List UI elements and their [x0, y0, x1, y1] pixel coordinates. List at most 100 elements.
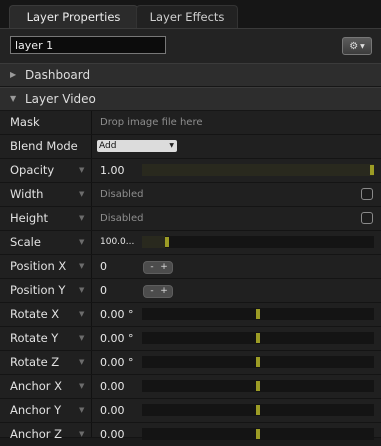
collapse-arrow-icon: ▼ [10, 94, 17, 103]
chevron-down-icon[interactable]: ▼ [79, 183, 84, 206]
anchor-z-slider[interactable] [142, 428, 374, 440]
blend-mode-value: Add [99, 141, 117, 151]
row-anchor-x: Anchor X ▼ 0.00 [0, 375, 381, 399]
gear-icon: ⚙ [349, 40, 359, 52]
tab-bar: Layer Properties Layer Effects [0, 0, 381, 28]
row-height: Height ▼ Disabled [0, 207, 381, 231]
chevron-down-icon[interactable]: ▼ [79, 399, 84, 422]
chevron-down-icon[interactable]: ▼ [79, 279, 84, 302]
anchor-y-slider[interactable] [142, 404, 374, 416]
slider-thumb[interactable] [256, 381, 260, 391]
chevron-down-icon[interactable]: ▼ [79, 207, 84, 230]
row-position-y: Position Y ▼ 0 - + [0, 279, 381, 303]
width-checkbox[interactable] [361, 188, 373, 200]
layer-name-input[interactable] [10, 36, 166, 54]
height-checkbox[interactable] [361, 212, 373, 224]
anchor-x-slider[interactable] [142, 380, 374, 392]
chevron-down-icon[interactable]: ▼ [79, 327, 84, 350]
mask-drop-zone[interactable]: Drop image file here [100, 111, 203, 134]
rotate-z-slider[interactable] [142, 356, 374, 368]
divider [91, 327, 92, 350]
position-y-value[interactable]: 0 [100, 279, 107, 302]
mask-label: Mask [10, 115, 40, 129]
rotate-y-slider[interactable] [142, 332, 374, 344]
divider [91, 159, 92, 182]
slider-thumb[interactable] [256, 333, 260, 343]
slider-thumb[interactable] [256, 429, 260, 439]
anchor-y-label: Anchor Y [10, 403, 62, 417]
divider [91, 303, 92, 326]
rotate-z-value[interactable]: 0.00 ° [100, 351, 134, 374]
rotate-x-slider[interactable] [142, 308, 374, 320]
position-y-label: Position Y [10, 283, 66, 297]
chevron-down-icon[interactable]: ▼ [79, 255, 84, 278]
layer-properties-panel: ⚙▼ ▶ Dashboard ▼ Layer Video Mask Drop i… [0, 28, 381, 441]
chevron-down-icon[interactable]: ▼ [79, 303, 84, 326]
chevron-down-icon[interactable]: ▼ [79, 231, 84, 254]
chevron-down-icon: ▼ [360, 42, 365, 50]
slider-thumb[interactable] [256, 309, 260, 319]
divider [91, 279, 92, 302]
position-x-stepper[interactable]: - + [143, 261, 173, 274]
width-value: Disabled [100, 189, 144, 200]
scale-value[interactable]: 100.0... [100, 231, 134, 254]
anchor-x-label: Anchor X [10, 379, 63, 393]
height-label: Height [10, 211, 49, 225]
anchor-y-value[interactable]: 0.00 [100, 399, 125, 422]
chevron-down-icon[interactable]: ▼ [79, 159, 84, 182]
position-x-value[interactable]: 0 [100, 255, 107, 278]
row-rotate-y: Rotate Y ▼ 0.00 ° [0, 327, 381, 351]
slider-thumb[interactable] [256, 405, 260, 415]
row-width: Width ▼ Disabled [0, 183, 381, 207]
blend-mode-label: Blend Mode [10, 139, 78, 153]
divider [91, 375, 92, 398]
divider [91, 135, 92, 158]
anchor-z-label: Anchor Z [10, 427, 63, 441]
slider-fill [142, 236, 165, 248]
blend-mode-select[interactable]: Add ▼ [97, 140, 177, 152]
height-value: Disabled [100, 213, 144, 224]
scale-label: Scale [10, 235, 41, 249]
tab-layer-effects[interactable]: Layer Effects [136, 5, 238, 28]
increment-button[interactable]: + [158, 262, 170, 273]
chevron-down-icon: ▼ [169, 142, 174, 149]
row-blend-mode: Blend Mode Add ▼ [0, 135, 381, 159]
section-dashboard[interactable]: ▶ Dashboard [0, 63, 381, 87]
increment-button[interactable]: + [158, 286, 170, 297]
opacity-value[interactable]: 1.00 [100, 159, 125, 182]
divider [91, 183, 92, 206]
row-rotate-z: Rotate Z ▼ 0.00 ° [0, 351, 381, 375]
settings-menu-button[interactable]: ⚙ ▼ [342, 37, 372, 55]
divider [91, 423, 92, 437]
position-y-stepper[interactable]: - + [143, 285, 173, 298]
scale-slider[interactable] [142, 236, 374, 248]
slider-thumb[interactable] [165, 237, 169, 247]
section-title: Dashboard [25, 68, 91, 82]
rotate-x-label: Rotate X [10, 307, 60, 321]
chevron-down-icon[interactable]: ▼ [79, 351, 84, 374]
decrement-button[interactable]: - [146, 286, 158, 297]
rotate-z-label: Rotate Z [10, 355, 60, 369]
divider [91, 231, 92, 254]
expand-arrow-icon: ▶ [10, 70, 17, 79]
opacity-label: Opacity [10, 163, 55, 177]
decrement-button[interactable]: - [146, 262, 158, 273]
tab-layer-properties[interactable]: Layer Properties [9, 5, 138, 28]
anchor-z-value[interactable]: 0.00 [100, 423, 125, 446]
divider [91, 255, 92, 278]
section-layer-video[interactable]: ▼ Layer Video [0, 87, 381, 111]
row-anchor-y: Anchor Y ▼ 0.00 [0, 399, 381, 423]
row-scale: Scale ▼ 100.0... [0, 231, 381, 255]
anchor-x-value[interactable]: 0.00 [100, 375, 125, 398]
slider-thumb[interactable] [256, 357, 260, 367]
rotate-x-value[interactable]: 0.00 ° [100, 303, 134, 326]
slider-thumb[interactable] [370, 165, 374, 175]
opacity-slider[interactable] [142, 164, 374, 176]
rotate-y-label: Rotate Y [10, 331, 59, 345]
chevron-down-icon[interactable]: ▼ [79, 423, 84, 446]
rotate-y-value[interactable]: 0.00 ° [100, 327, 134, 350]
divider [91, 207, 92, 230]
chevron-down-icon[interactable]: ▼ [79, 375, 84, 398]
width-label: Width [10, 187, 44, 201]
divider [91, 399, 92, 422]
